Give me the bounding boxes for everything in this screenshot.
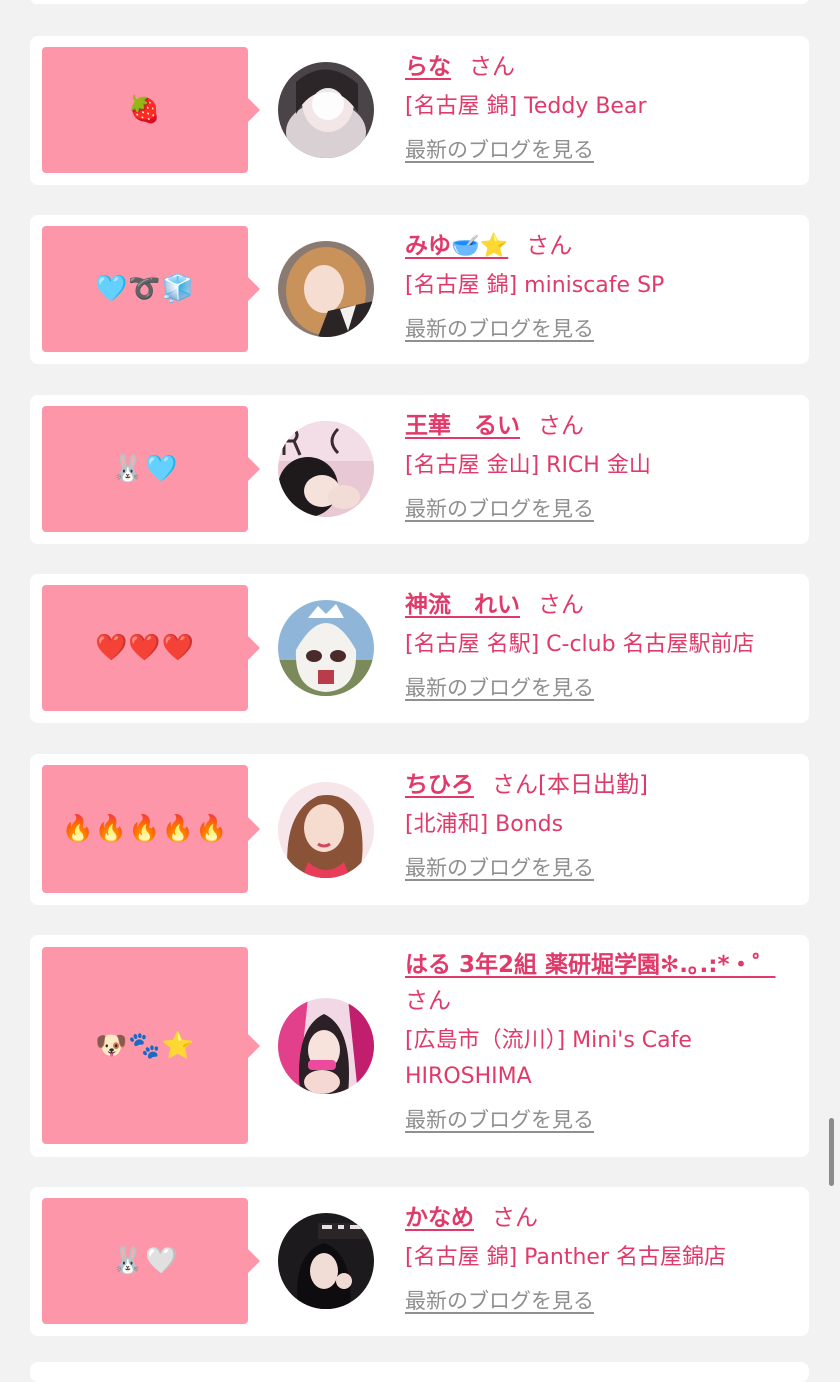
honorific: さん [492, 1205, 538, 1231]
shop-name: [名古屋 金山] RICH 金山 [405, 453, 651, 478]
comment-bubble: 🐶🐾⭐️ [42, 947, 260, 1144]
comment-bubble: 🐰🤍 [42, 1198, 260, 1324]
latest-blog-link[interactable]: 最新のブログを見る [405, 1107, 594, 1133]
attendance-status: [本日出勤] [538, 772, 648, 798]
comment-bubble: 🩵➰🧊 [42, 226, 260, 352]
avatar[interactable] [278, 782, 374, 878]
avatar[interactable] [278, 600, 374, 696]
bubble-emoji: 🐶🐾⭐️ [94, 1030, 196, 1061]
latest-blog-link[interactable]: 最新のブログを見る [405, 855, 594, 881]
honorific: さん [492, 772, 538, 798]
latest-blog-link[interactable]: 最新のブログを見る [405, 137, 594, 163]
cast-name-link[interactable]: はる 3年2組 薬研堀学園✻.｡.:*・゜ [405, 952, 776, 978]
bubble-emoji: 🐰🤍 [111, 1246, 179, 1276]
card-info: 神流 れい さん [名古屋 名駅] C-club 名古屋駅前店 最新のブログを見る [405, 587, 793, 701]
blog-card: 🐰🩵 王華 るい さん [名古屋 金山] RICH 金山 最新のブログを見る [30, 395, 809, 544]
avatar[interactable] [278, 998, 374, 1094]
card-info: はる 3年2組 薬研堀学園✻.｡.:*・゜ さん [広島市（流川）] Mini'… [405, 947, 793, 1133]
card-info: かなめ さん [名古屋 錦] Panther 名古屋錦店 最新のブログを見る [405, 1200, 793, 1314]
bubble-emoji: ❤️❤️❤️ [94, 633, 196, 663]
next-card-edge [30, 1362, 809, 1382]
cast-name-link[interactable]: らな [405, 54, 451, 80]
blog-card: 🩵➰🧊 みゆ🥣⭐️ さん [名古屋 錦] miniscafe SP 最新のブログを… [30, 215, 809, 364]
shop-name: [名古屋 錦] Teddy Bear [405, 94, 647, 119]
avatar[interactable] [278, 241, 374, 337]
card-info: みゆ🥣⭐️ さん [名古屋 錦] miniscafe SP 最新のブログを見る [405, 228, 793, 342]
comment-bubble: 🐰🩵 [42, 406, 260, 532]
card-info: ちひろ さん[本日出勤] [北浦和] Bonds 最新のブログを見る [405, 767, 793, 881]
blog-card: 🔥🔥🔥🔥🔥 ちひろ さん[本日出勤] [北浦和] Bonds 最新のブログを見る [30, 754, 809, 905]
honorific: さん [538, 413, 584, 439]
bubble-emoji: 🍓 [128, 95, 162, 125]
shop-name: [広島市（流川）] Mini's Cafe HIROSHIMA [405, 1028, 692, 1089]
blog-card: 🐶🐾⭐️ はる 3年2組 薬研堀学園✻.｡.:*・゜ さん [広島市（流川）] … [30, 935, 809, 1157]
cast-name-link[interactable]: 王華 るい [405, 413, 520, 439]
latest-blog-link[interactable]: 最新のブログを見る [405, 675, 594, 701]
comment-bubble: 🍓 [42, 47, 260, 173]
card-info: らな さん [名古屋 錦] Teddy Bear 最新のブログを見る [405, 49, 793, 163]
scrollbar-thumb[interactable] [829, 1118, 834, 1186]
bubble-emoji: 🐰🩵 [111, 454, 179, 484]
avatar[interactable] [278, 421, 374, 517]
latest-blog-link[interactable]: 最新のブログを見る [405, 496, 594, 522]
honorific: さん [469, 54, 515, 80]
avatar[interactable] [278, 62, 374, 158]
honorific: さん [405, 988, 451, 1014]
cast-name-link[interactable]: 神流 れい [405, 592, 520, 618]
cast-name-link[interactable]: ちひろ [405, 772, 474, 798]
latest-blog-link[interactable]: 最新のブログを見る [405, 1288, 594, 1314]
card-info: 王華 るい さん [名古屋 金山] RICH 金山 最新のブログを見る [405, 408, 793, 522]
comment-bubble: ❤️❤️❤️ [42, 585, 260, 711]
shop-name: [北浦和] Bonds [405, 812, 564, 837]
honorific: さん [526, 233, 573, 259]
bubble-emoji: 🩵➰🧊 [94, 274, 196, 304]
shop-name: [名古屋 錦] miniscafe SP [405, 273, 665, 298]
blog-card: ❤️❤️❤️ 神流 れい さん [名古屋 名駅] C-club 名古屋駅前店 最新… [30, 574, 809, 723]
latest-blog-link[interactable]: 最新のブログを見る [405, 316, 594, 342]
cast-name-link[interactable]: みゆ🥣⭐️ [405, 233, 508, 259]
comment-bubble: 🔥🔥🔥🔥🔥 [42, 765, 260, 893]
avatar[interactable] [278, 1213, 374, 1309]
bubble-emoji: 🔥🔥🔥🔥🔥 [61, 814, 229, 844]
blog-card: 🍓 らな さん [名古屋 錦] Teddy Bear 最新のブログを見る [30, 36, 809, 185]
shop-name: [名古屋 名駅] C-club 名古屋駅前店 [405, 632, 755, 657]
blog-card: 🐰🤍 かなめ さん [名古屋 錦] Panther 名古屋錦店 最新のブログを見る [30, 1187, 809, 1336]
previous-card-edge [30, 0, 809, 4]
honorific: さん [538, 592, 584, 618]
cast-name-link[interactable]: かなめ [405, 1205, 474, 1231]
shop-name: [名古屋 錦] Panther 名古屋錦店 [405, 1245, 726, 1270]
